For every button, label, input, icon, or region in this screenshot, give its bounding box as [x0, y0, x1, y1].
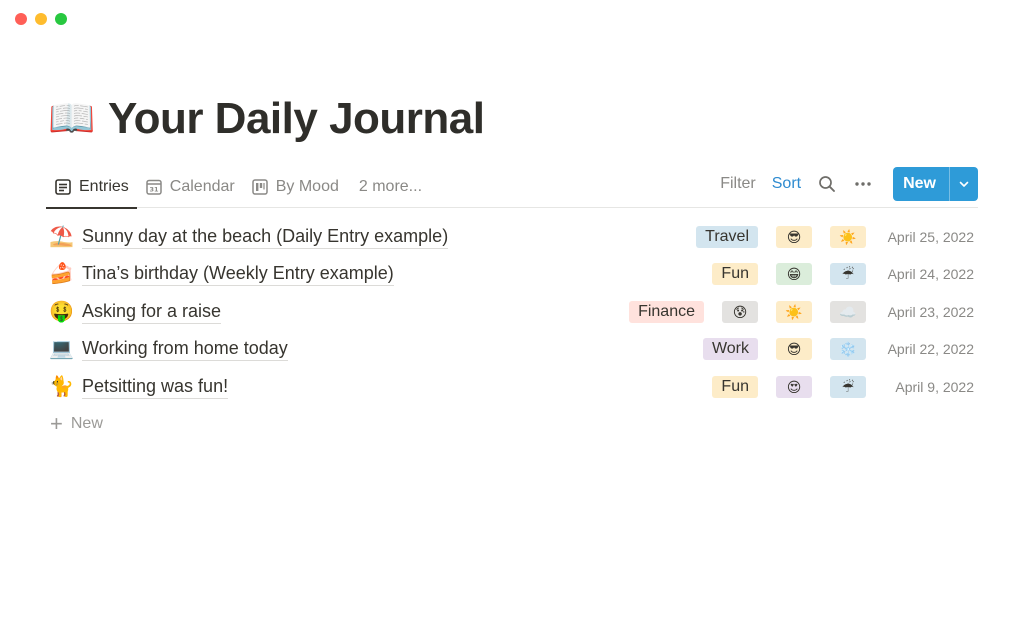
- view-bar: Entries 31 Calendar By Mood 2 more... Fi…: [46, 166, 978, 209]
- close-window-button[interactable]: [15, 13, 27, 25]
- tab-by-mood-label: By Mood: [275, 178, 339, 195]
- entry-title[interactable]: Tina’s birthday (Weekly Entry example): [82, 262, 394, 287]
- new-template-dropdown[interactable]: [950, 167, 978, 201]
- search-icon[interactable]: [817, 174, 837, 194]
- list-item[interactable]: 🤑 Asking for a raise Finance 😰 ☀️ ☁️ Apr…: [46, 293, 978, 331]
- weather-tag[interactable]: ☔: [830, 263, 866, 286]
- tab-entries[interactable]: Entries: [46, 166, 137, 209]
- new-entry-button[interactable]: New: [893, 167, 949, 201]
- entry-date: April 22, 2022: [887, 341, 974, 358]
- entries-list: ⛱️ Sunny day at the beach (Daily Entry e…: [46, 218, 978, 406]
- view-tabs: Entries 31 Calendar By Mood 2 more...: [46, 166, 430, 209]
- weather-tag[interactable]: ☔: [830, 375, 866, 398]
- category-tag[interactable]: Travel: [696, 225, 758, 248]
- new-entry-button-group: New: [893, 167, 978, 201]
- entry-title[interactable]: Asking for a raise: [82, 300, 222, 324]
- category-tag[interactable]: Finance: [629, 300, 704, 323]
- entry-emoji-icon: 💻: [49, 338, 74, 361]
- weather-tag[interactable]: ❄️: [830, 338, 866, 361]
- entry-title[interactable]: Working from home today: [82, 337, 288, 362]
- add-new-label: New: [70, 415, 103, 432]
- filter-button[interactable]: Filter: [712, 175, 764, 193]
- entry-properties: Fun 😁 ☔ April 24, 2022: [712, 256, 974, 294]
- entry-date: April 25, 2022: [887, 228, 974, 245]
- category-tag[interactable]: Fun: [712, 375, 758, 398]
- mood-tag[interactable]: 😎: [776, 225, 812, 248]
- tab-calendar-label: Calendar: [169, 178, 235, 195]
- entry-emoji-icon: 🤑: [49, 300, 74, 323]
- sort-button[interactable]: Sort: [764, 175, 809, 193]
- tab-entries-label: Entries: [79, 178, 129, 195]
- page-title[interactable]: Your Daily Journal: [108, 92, 485, 146]
- entry-date: April 23, 2022: [887, 303, 974, 320]
- entry-properties: Fun 😍 ☔ April 9, 2022: [712, 368, 974, 406]
- tab-calendar[interactable]: 31 Calendar: [137, 166, 243, 208]
- plus-icon: +: [50, 411, 63, 436]
- mood-tag[interactable]: 😁: [776, 263, 812, 286]
- page-emoji-icon[interactable]: 📖: [48, 95, 95, 143]
- entry-date: April 9, 2022: [895, 378, 974, 395]
- list-item[interactable]: 💻 Working from home today Work 😎 ❄️ Apri…: [46, 331, 978, 369]
- mood-tag[interactable]: 😎: [776, 338, 812, 361]
- tab-by-mood[interactable]: By Mood: [243, 166, 347, 208]
- mood-tag[interactable]: 😰: [722, 300, 758, 323]
- list-icon: [55, 179, 71, 195]
- entry-properties: Work 😎 ❄️ April 22, 2022: [702, 331, 974, 369]
- entry-date: April 24, 2022: [887, 266, 974, 283]
- entry-emoji-icon: 🐈: [49, 375, 74, 398]
- chevron-down-icon: [959, 181, 969, 187]
- window-controls: [15, 13, 67, 25]
- mood-tag[interactable]: 😍: [776, 375, 812, 398]
- view-actions: Filter Sort New: [712, 166, 978, 202]
- entry-emoji-icon: 🍰: [49, 263, 74, 286]
- weather-tag[interactable]: ☀️: [776, 300, 812, 323]
- entry-title[interactable]: Petsitting was fun!: [82, 375, 229, 399]
- list-item[interactable]: 🐈 Petsitting was fun! Fun 😍 ☔ April 9, 2…: [46, 368, 978, 406]
- page-header: 📖 Your Daily Journal: [48, 92, 485, 146]
- calendar-icon: 31: [146, 179, 162, 195]
- svg-text:31: 31: [149, 186, 159, 194]
- entry-properties: Travel 😎 ☀️ April 25, 2022: [696, 218, 974, 256]
- board-icon: [251, 179, 268, 195]
- more-views-label: 2 more...: [358, 178, 423, 195]
- category-tag[interactable]: Work: [702, 338, 758, 361]
- entry-properties: Finance 😰 ☀️ ☁️ April 23, 2022: [629, 293, 974, 331]
- list-item[interactable]: ⛱️ Sunny day at the beach (Daily Entry e…: [46, 218, 978, 256]
- maximize-window-button[interactable]: [55, 13, 67, 25]
- more-options-icon[interactable]: [853, 174, 873, 194]
- weather-tag[interactable]: ☁️: [830, 300, 866, 323]
- entry-emoji-icon: ⛱️: [49, 225, 74, 248]
- more-views-button[interactable]: 2 more...: [347, 166, 430, 208]
- category-tag[interactable]: Fun: [712, 263, 758, 286]
- weather-tag[interactable]: ☀️: [830, 225, 866, 248]
- list-item[interactable]: 🍰 Tina’s birthday (Weekly Entry example)…: [46, 256, 978, 294]
- entry-title[interactable]: Sunny day at the beach (Daily Entry exam…: [82, 225, 449, 249]
- minimize-window-button[interactable]: [35, 13, 47, 25]
- add-new-entry-button[interactable]: + New: [50, 411, 103, 436]
